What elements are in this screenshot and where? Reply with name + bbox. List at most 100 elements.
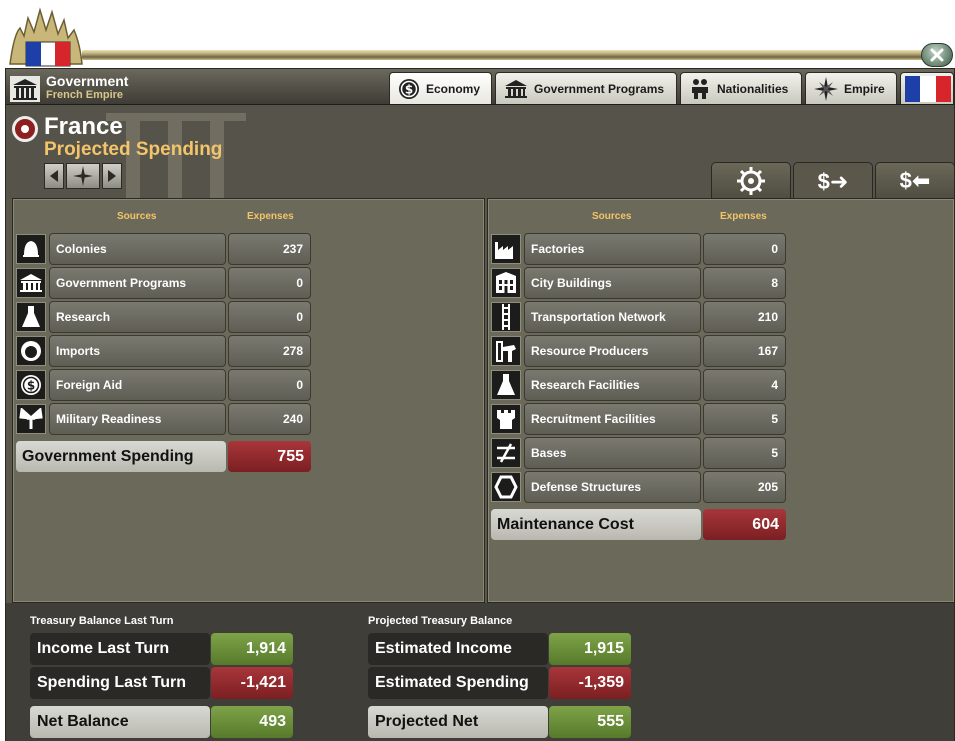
row-label: Research Facilities [524,369,701,401]
row-value: 0 [228,301,311,333]
fist-icon [16,336,46,366]
row-value: 278 [228,335,311,367]
row-label: Colonies [49,233,226,265]
estimated-spending-value: -1,359 [549,667,631,699]
row-value: 0 [703,233,786,265]
tab-empire-label: Empire [844,81,885,96]
subtab-overview[interactable] [711,162,791,199]
close-button[interactable] [921,43,953,67]
row-label: Defense Structures [524,471,701,503]
window-title: Government [46,73,129,89]
tab-empire[interactable]: Empire [805,72,897,104]
row-value: 0 [228,267,311,299]
row-label: Government Programs [49,267,226,299]
estimated-income-label: Estimated Income [368,633,548,665]
row-value: 240 [228,403,311,435]
title-bar: Government French Empire $ Economy Gover… [6,69,954,105]
total-label: Government Spending [16,441,226,472]
flask-icon [491,370,521,400]
row-value: 237 [228,233,311,265]
projected-net-value: 555 [549,706,631,738]
close-icon [930,48,944,62]
nation-roundel-icon [12,116,38,142]
screen-title: Projected Spending [44,139,223,160]
center-button[interactable] [66,163,100,189]
income-last-turn-label: Income Last Turn [30,633,210,665]
government-spending-panel: Sources Expenses Colonies 237 Government… [12,198,485,603]
row-label: Recruitment Facilities [524,403,701,435]
row-label: Bases [524,437,701,469]
projected-net-label: Projected Net [368,706,548,738]
factory-icon [491,234,521,264]
flask-icon [16,302,46,332]
government-building-icon [505,79,527,98]
tab-government-programs-label: Government Programs [534,81,665,96]
expenses-icon: $➜ [817,168,849,194]
spending-last-turn-value: -1,421 [211,667,293,699]
income-icon: $⬅ [899,168,931,193]
row-label: Military Readiness [49,403,226,435]
last-turn-heading: Treasury Balance Last Turn [30,615,174,627]
treasury-section: Treasury Balance Last Turn Projected Tre… [6,603,954,741]
row-label: Foreign Aid [49,369,226,401]
bell-icon [16,234,46,264]
total-label: Maintenance Cost [491,509,701,540]
dollar-coin-icon: $ [399,78,419,99]
row-label: Resource Producers [524,335,701,367]
row-label: Imports [49,335,226,367]
row-label: Factories [524,233,701,265]
net-balance-value: 493 [211,706,293,738]
maintenance-cost-panel: Sources Expenses Factories 0 City Buildi… [487,198,955,603]
government-window: Government French Empire $ Economy Gover… [5,68,955,741]
column-header-sources: Sources [592,211,632,222]
estimated-income-value: 1,915 [549,633,631,665]
row-value: 167 [703,335,786,367]
tab-economy-label: Economy [426,81,481,96]
svg-text:$: $ [27,379,35,393]
row-value: 0 [228,369,311,401]
tab-government-programs[interactable]: Government Programs [495,72,677,104]
fortress-icon [491,404,521,434]
column-header-sources: Sources [117,211,157,222]
subtab-expenses[interactable]: $➜ [793,162,873,200]
tab-economy[interactable]: $ Economy [389,72,492,104]
next-button[interactable] [102,163,122,189]
military-readiness-icon [16,404,46,434]
tab-france-flag[interactable] [900,72,954,104]
svg-text:$: $ [405,82,413,96]
tab-nationalities[interactable]: Nationalities [680,72,802,104]
top-decoration [0,0,955,68]
nation-name: France [44,113,123,140]
compass-star-icon [814,76,838,101]
gear-icon [737,167,765,195]
gold-rule [82,50,931,60]
dollar-coin-icon: $ [16,370,46,400]
france-flag-icon [905,75,951,102]
total-value: 755 [228,441,311,472]
city-building-icon [491,268,521,298]
row-value: 210 [703,301,786,333]
people-icon [692,78,708,99]
compass-star-icon [73,166,93,186]
subtab-income[interactable]: $⬅ [875,162,955,199]
tab-nationalities-label: Nationalities [717,81,789,96]
spending-last-turn-label: Spending Last Turn [30,667,210,699]
row-value: 4 [703,369,786,401]
row-value: 5 [703,437,786,469]
hexagon-icon [491,472,521,502]
row-label: Transportation Network [524,301,701,333]
net-balance-label: Net Balance [30,706,210,738]
row-value: 8 [703,267,786,299]
row-label: City Buildings [524,267,701,299]
previous-button[interactable] [44,163,64,189]
estimated-spending-label: Estimated Spending [368,667,548,699]
oil-derrick-icon [491,336,521,366]
row-value: 205 [703,471,786,503]
row-value: 5 [703,403,786,435]
total-value: 604 [703,509,786,540]
base-icon [491,438,521,468]
government-building-icon [10,76,40,102]
column-header-expenses: Expenses [720,211,767,222]
arrow-left-icon [50,170,58,182]
income-last-turn-value: 1,914 [211,633,293,665]
